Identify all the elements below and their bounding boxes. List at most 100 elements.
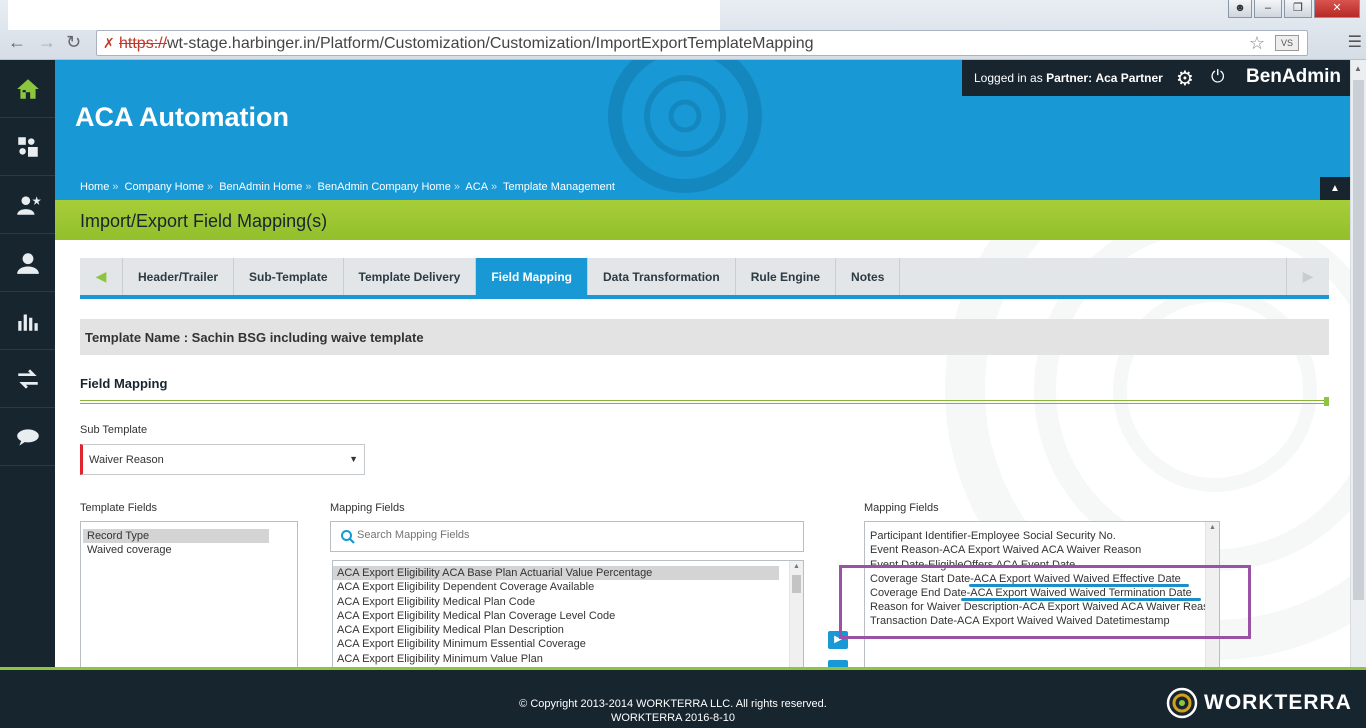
logged-in-text: Logged in as Partner: Aca Partner: [974, 71, 1163, 85]
section-divider: [80, 400, 1326, 404]
page-title-bar: Import/Export Field Mapping(s): [55, 200, 1350, 240]
bar-chart-icon: [17, 314, 38, 331]
highlight-box: [839, 565, 1251, 639]
search-icon: [341, 530, 355, 544]
reload-icon[interactable]: ↻: [66, 32, 81, 53]
insecure-icon: ✗: [103, 35, 115, 51]
minimize-button[interactable]: –: [1254, 0, 1282, 18]
list-item[interactable]: ACA Export Eligibility ACA Base Plan Act…: [333, 566, 779, 581]
scroll-up-icon[interactable]: ▲: [1209, 524, 1216, 531]
scroll-up-icon[interactable]: ▲: [1354, 64, 1362, 73]
page-scrollbar[interactable]: ▲: [1350, 60, 1366, 667]
mapped-fields-label: Mapping Fields: [864, 502, 939, 514]
url-scheme: https://: [119, 35, 168, 52]
list-item[interactable]: ACA Export Eligibility Medical Plan Code: [333, 595, 779, 609]
list-item[interactable]: ACA Export Eligibility Medical Plan Cove…: [333, 609, 779, 623]
scroll-up-icon[interactable]: ▲: [793, 563, 800, 570]
chevron-up-icon: ▲: [1330, 183, 1340, 194]
list-item[interactable]: Event Reason-ACA Export Waived ACA Waive…: [866, 543, 1203, 557]
user-star-icon: [16, 195, 41, 215]
section-divider-end: [1324, 397, 1329, 406]
arrow-left-icon: ◀: [95, 268, 107, 284]
sub-template-select[interactable]: Waiver Reason ▼: [80, 444, 365, 475]
tab-template-delivery[interactable]: Template Delivery: [344, 258, 477, 295]
search-box[interactable]: [330, 521, 804, 552]
app-header: ACA Automation Logged in as Partner: Aca…: [55, 60, 1350, 200]
remove-mapping-button[interactable]: [828, 660, 848, 667]
tab-notes[interactable]: Notes: [836, 258, 901, 295]
list-item[interactable]: ACA Export Eligibility Minimum Essential…: [333, 637, 779, 651]
forward-icon[interactable]: →: [38, 32, 56, 53]
template-name: Template Name : Sachin BSG including wai…: [85, 330, 424, 345]
footer: © Copyright 2013-2014 WORKTERRA LLC. All…: [0, 667, 1366, 728]
tab-scroll-right[interactable]: ▶: [1286, 258, 1329, 295]
tab-rule-engine[interactable]: Rule Engine: [736, 258, 837, 295]
tab-scroll-left[interactable]: ◀: [80, 258, 123, 295]
breadcrumb: Home» Company Home» BenAdmin Home» BenAd…: [80, 181, 615, 193]
list-item[interactable]: ACA Export Eligibility Medical Plan Desc…: [333, 623, 779, 637]
tab-header-trailer[interactable]: Header/Trailer: [123, 258, 235, 295]
back-icon[interactable]: ←: [8, 32, 26, 53]
arrow-right-icon: ▶: [1302, 268, 1314, 284]
rail-users[interactable]: [0, 234, 55, 292]
gear-icon[interactable]: ⚙: [1176, 66, 1194, 91]
tab-field-mapping[interactable]: Field Mapping: [476, 258, 588, 295]
breadcrumb-benadmin-home[interactable]: BenAdmin Home: [219, 181, 302, 193]
extension-button[interactable]: VS: [1275, 35, 1299, 51]
power-icon[interactable]: ⏻: [1211, 67, 1224, 87]
section-title: Field Mapping: [80, 376, 168, 391]
rail-import-export[interactable]: [0, 350, 55, 408]
scrollbar-thumb[interactable]: [792, 575, 801, 593]
restore-button[interactable]: ❐: [1284, 0, 1312, 18]
tab-sub-template[interactable]: Sub-Template: [234, 258, 344, 295]
breadcrumb-aca[interactable]: ACA: [465, 181, 488, 193]
template-fields-label: Template Fields: [80, 502, 158, 514]
logged-prefix: Logged in as: [974, 71, 1043, 85]
mapping-fields-list[interactable]: ACA Export Eligibility ACA Base Plan Act…: [332, 560, 804, 667]
header-watermark: [608, 60, 762, 193]
scrollbar-thumb[interactable]: [1353, 80, 1364, 600]
tab-data-transformation[interactable]: Data Transformation: [588, 258, 736, 295]
sub-template-value: Waiver Reason: [89, 454, 164, 466]
list-item[interactable]: ACA Export Eligibility Minimum Value Pla…: [333, 652, 779, 666]
list-item[interactable]: Record Type: [83, 529, 269, 544]
footer-copyright: © Copyright 2013-2014 WORKTERRA LLC. All…: [519, 698, 827, 710]
logged-role: Partner:: [1046, 71, 1093, 85]
template-fields-list[interactable]: Record Type Waived coverage: [80, 521, 298, 667]
star-icon[interactable]: ☆: [1249, 33, 1265, 54]
breadcrumb-template-management[interactable]: Template Management: [503, 181, 615, 193]
list-item[interactable]: ACA Export Eligibility Dependent Coverag…: [333, 580, 779, 594]
list-item[interactable]: Waived coverage: [83, 543, 269, 557]
breadcrumb-home[interactable]: Home: [80, 181, 109, 193]
left-rail: [0, 60, 55, 667]
browser-chrome: ☻ – ❐ ✕ ← → ↻ ✗ https:// wt-stage.harbin…: [0, 0, 1366, 60]
list-scrollbar[interactable]: ▲: [789, 561, 803, 667]
footer-version: WORKTERRA 2016-8-10: [610, 712, 736, 724]
template-name-bar: Template Name : Sachin BSG including wai…: [80, 319, 1329, 355]
sub-template-label: Sub Template: [80, 424, 148, 436]
breadcrumb-benadmin-company-home[interactable]: BenAdmin Company Home: [318, 181, 451, 193]
rail-customization[interactable]: [0, 118, 55, 176]
brand-name: BenAdmin: [1246, 66, 1341, 87]
search-input[interactable]: [357, 529, 777, 541]
rail-home[interactable]: [0, 60, 55, 118]
close-button[interactable]: ✕: [1314, 0, 1360, 18]
home-icon: [16, 78, 39, 99]
mapping-fields-label: Mapping Fields: [330, 502, 405, 514]
url-path: wt-stage.harbinger.in/Platform/Customiza…: [167, 35, 814, 52]
user-box: Logged in as Partner: Aca Partner ⚙ ⏻ Be…: [962, 60, 1350, 96]
address-bar[interactable]: ✗ https:// wt-stage.harbinger.in/Platfor…: [96, 30, 1308, 56]
chat-icon: [16, 428, 39, 446]
rail-messages[interactable]: [0, 408, 55, 466]
rail-partners[interactable]: [0, 176, 55, 234]
rail-reports[interactable]: [0, 292, 55, 350]
transfer-icon: [17, 368, 38, 389]
collapse-header-button[interactable]: ▲: [1320, 177, 1350, 200]
user-icon[interactable]: ☻: [1228, 0, 1252, 18]
app-title: ACA Automation: [75, 102, 289, 132]
menu-icon[interactable]: ☰: [1348, 32, 1362, 52]
page-title: Import/Export Field Mapping(s): [80, 211, 328, 231]
breadcrumb-company-home[interactable]: Company Home: [125, 181, 204, 193]
user-icon: [16, 252, 39, 274]
list-item[interactable]: Participant Identifier-Employee Social S…: [866, 529, 1203, 543]
